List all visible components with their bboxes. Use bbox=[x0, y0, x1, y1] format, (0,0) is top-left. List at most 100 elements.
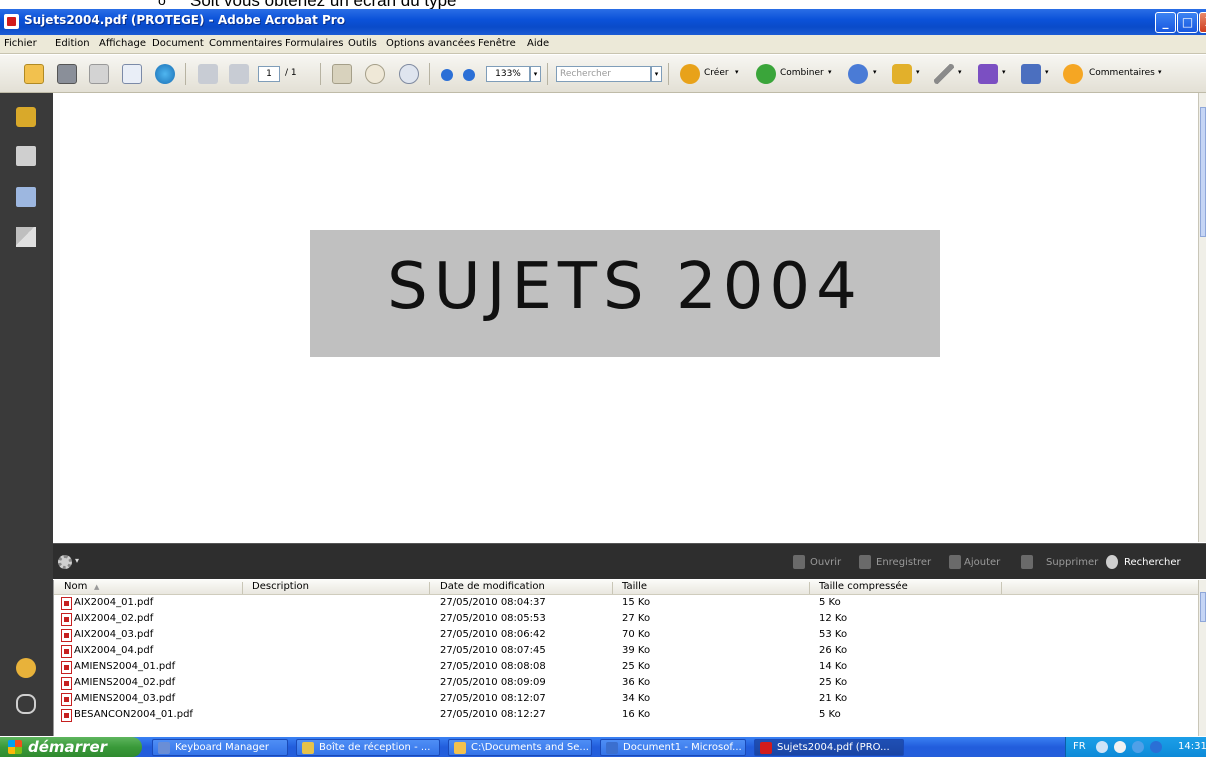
menu-options-avancees[interactable]: Options avancées bbox=[386, 38, 475, 49]
language-indicator[interactable]: FR bbox=[1073, 741, 1086, 752]
select-tool-icon[interactable] bbox=[332, 64, 352, 84]
comments-icon[interactable] bbox=[16, 658, 36, 678]
add-icon[interactable] bbox=[949, 555, 961, 569]
open-folder-icon[interactable] bbox=[24, 64, 44, 84]
table-row[interactable]: AIX2004_03.pdf 27/05/2010 08:06:42 70 Ko… bbox=[54, 628, 1199, 643]
ajouter-button[interactable]: Ajouter bbox=[964, 557, 1000, 568]
network-icon[interactable] bbox=[1132, 741, 1144, 753]
table-row[interactable]: AMIENS2004_03.pdf 27/05/2010 08:12:07 34… bbox=[54, 692, 1199, 707]
zoom-in-icon[interactable] bbox=[463, 69, 475, 81]
column-header-description[interactable]: Description bbox=[252, 581, 309, 595]
save-icon[interactable] bbox=[89, 64, 109, 84]
multimedia-dropdown-icon[interactable]: ▾ bbox=[1045, 68, 1049, 76]
zoom-dropdown[interactable]: ▾ bbox=[530, 66, 541, 82]
lock-icon[interactable] bbox=[892, 64, 912, 84]
delete-icon[interactable] bbox=[1021, 555, 1033, 569]
window-title-bar[interactable]: Sujets2004.pdf (PROTEGE) - Adobe Acrobat… bbox=[0, 9, 1206, 35]
commentaires-dropdown-icon[interactable]: ▾ bbox=[1158, 68, 1162, 76]
combine-icon[interactable] bbox=[756, 64, 776, 84]
page-number-input[interactable]: 1 bbox=[258, 66, 280, 82]
messenger-icon[interactable] bbox=[1150, 741, 1162, 753]
table-row[interactable]: BESANCON2004_01.pdf 27/05/2010 08:12:27 … bbox=[54, 708, 1199, 723]
table-row[interactable]: AMIENS2004_01.pdf 27/05/2010 08:08:08 25… bbox=[54, 660, 1199, 675]
print-icon[interactable] bbox=[57, 64, 77, 84]
creer-dropdown-icon[interactable]: ▾ bbox=[735, 68, 739, 76]
menu-document[interactable]: Document bbox=[152, 38, 204, 49]
create-icon[interactable] bbox=[680, 64, 700, 84]
menu-outils[interactable]: Outils bbox=[348, 38, 377, 49]
open-icon[interactable] bbox=[793, 555, 805, 569]
sign-dropdown-icon[interactable]: ▾ bbox=[958, 68, 962, 76]
rechercher-button[interactable]: Rechercher bbox=[1124, 557, 1181, 568]
lock-icon[interactable] bbox=[16, 107, 36, 127]
gear-icon[interactable] bbox=[58, 555, 72, 569]
attachments-icon[interactable] bbox=[16, 694, 36, 714]
column-separator[interactable] bbox=[242, 582, 243, 594]
search-icon[interactable] bbox=[1106, 555, 1118, 569]
scrollbar-thumb[interactable] bbox=[1200, 107, 1206, 237]
menu-fenetre[interactable]: Fenêtre bbox=[478, 38, 516, 49]
zoom-out-icon[interactable] bbox=[441, 69, 453, 81]
prev-page-icon[interactable] bbox=[198, 64, 218, 84]
commentaires-button[interactable]: Commentaires bbox=[1089, 68, 1155, 78]
file-list-scrollbar[interactable] bbox=[1198, 580, 1206, 736]
save-icon[interactable] bbox=[859, 555, 871, 569]
comment-icon[interactable] bbox=[1063, 64, 1083, 84]
share-icon[interactable] bbox=[155, 64, 175, 84]
document-scrollbar[interactable] bbox=[1198, 93, 1206, 542]
hand-tool-icon[interactable] bbox=[365, 64, 385, 84]
column-separator[interactable] bbox=[1001, 582, 1002, 594]
column-header-taille-compressee[interactable]: Taille compressée bbox=[819, 581, 908, 595]
column-separator[interactable] bbox=[429, 582, 430, 594]
column-separator[interactable] bbox=[612, 582, 613, 594]
taskbar-item-acrobat[interactable]: Sujets2004.pdf (PRO... bbox=[754, 739, 904, 756]
scrollbar-thumb[interactable] bbox=[1200, 592, 1206, 622]
multimedia-icon[interactable] bbox=[1021, 64, 1041, 84]
tray-arrow-icon[interactable] bbox=[1096, 741, 1108, 753]
menu-formulaires[interactable]: Formulaires bbox=[285, 38, 343, 49]
menu-commentaires[interactable]: Commentaires bbox=[209, 38, 282, 49]
ouvrir-button[interactable]: Ouvrir bbox=[810, 557, 841, 568]
volume-icon[interactable] bbox=[1114, 741, 1126, 753]
creer-button[interactable]: Créer bbox=[704, 68, 729, 78]
pages-icon[interactable] bbox=[16, 146, 36, 166]
column-separator[interactable] bbox=[809, 582, 810, 594]
table-row[interactable]: AIX2004_04.pdf 27/05/2010 08:07:45 39 Ko… bbox=[54, 644, 1199, 659]
supprimer-button[interactable]: Supprimer bbox=[1046, 557, 1098, 568]
table-row[interactable]: AMIENS2004_02.pdf 27/05/2010 08:09:09 36… bbox=[54, 676, 1199, 691]
table-row[interactable]: AIX2004_02.pdf 27/05/2010 08:05:53 27 Ko… bbox=[54, 612, 1199, 627]
forms-icon[interactable] bbox=[978, 64, 998, 84]
stamp-icon[interactable] bbox=[848, 64, 868, 84]
signatures-icon[interactable] bbox=[16, 227, 36, 247]
menu-fichier[interactable]: Fichier bbox=[4, 38, 37, 49]
enregistrer-button[interactable]: Enregistrer bbox=[876, 557, 931, 568]
gear-dropdown-icon[interactable]: ▾ bbox=[75, 556, 79, 565]
close-button[interactable]: X bbox=[1199, 12, 1206, 33]
minimize-button[interactable]: _ bbox=[1155, 12, 1176, 33]
start-button[interactable]: démarrer bbox=[0, 737, 142, 757]
email-icon[interactable] bbox=[122, 64, 142, 84]
bookmarks-icon[interactable] bbox=[16, 187, 36, 207]
combiner-dropdown-icon[interactable]: ▾ bbox=[828, 68, 832, 76]
menu-aide[interactable]: Aide bbox=[527, 38, 549, 49]
column-header-date[interactable]: Date de modification bbox=[440, 581, 545, 595]
stamp-dropdown-icon[interactable]: ▾ bbox=[873, 68, 877, 76]
zoom-tool-icon[interactable] bbox=[399, 64, 419, 84]
table-row[interactable]: AIX2004_01.pdf 27/05/2010 08:04:37 15 Ko… bbox=[54, 596, 1199, 611]
search-input[interactable]: Rechercher bbox=[556, 66, 651, 82]
combiner-button[interactable]: Combiner bbox=[780, 68, 824, 78]
column-header-nom[interactable]: Nom bbox=[64, 581, 87, 595]
zoom-level-input[interactable]: 133% bbox=[486, 66, 530, 82]
forms-dropdown-icon[interactable]: ▾ bbox=[1002, 68, 1006, 76]
search-dropdown[interactable]: ▾ bbox=[651, 66, 662, 82]
taskbar-item-explorer[interactable]: C:\Documents and Se... bbox=[448, 739, 592, 756]
taskbar-item-word[interactable]: Document1 - Microsof... bbox=[600, 739, 746, 756]
menu-edition[interactable]: Edition bbox=[55, 38, 90, 49]
taskbar-item-outlook[interactable]: Boîte de réception - ... bbox=[296, 739, 440, 756]
sign-icon[interactable] bbox=[934, 64, 954, 84]
maximize-button[interactable]: □ bbox=[1177, 12, 1198, 33]
lock-dropdown-icon[interactable]: ▾ bbox=[916, 68, 920, 76]
taskbar-item-keyboard-manager[interactable]: Keyboard Manager bbox=[152, 739, 288, 756]
column-header-taille[interactable]: Taille bbox=[622, 581, 647, 595]
next-page-icon[interactable] bbox=[229, 64, 249, 84]
